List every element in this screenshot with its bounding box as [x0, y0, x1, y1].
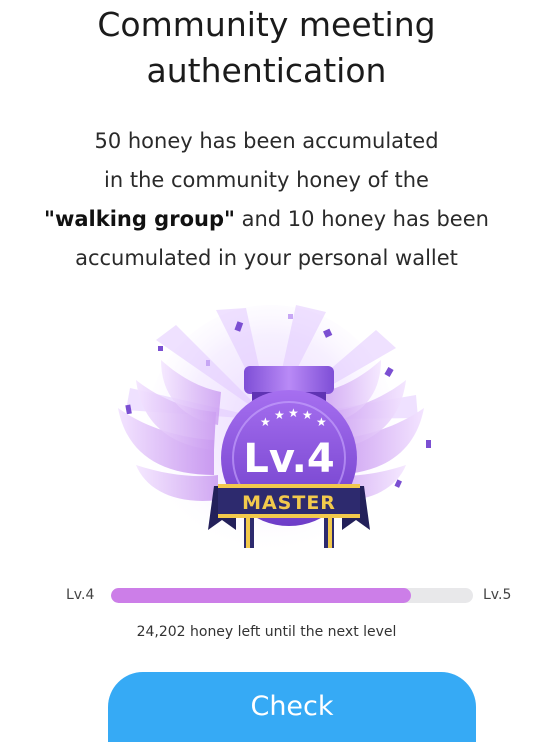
group-name: "walking group"	[44, 207, 235, 231]
level-progress: Lv.4 Lv.5	[0, 585, 533, 605]
dialog-title: Community meeting authentication	[0, 2, 533, 94]
level-badge: ★ ★ ★ ★ ★ Lv.4 MASTER	[96, 300, 446, 570]
level-progress-fill	[111, 588, 412, 603]
level-progress-track	[111, 588, 473, 603]
message-line-4: accumulated in your personal wallet	[75, 246, 458, 270]
star-icon: ★	[260, 415, 271, 429]
star-icon: ★	[274, 408, 285, 422]
message-line-1: 50 honey has been accumulated	[94, 129, 439, 153]
level-badge-illustration: ★ ★ ★ ★ ★ Lv.4 MASTER	[118, 305, 431, 555]
badge-rank-text: MASTER	[242, 492, 336, 514]
title-line-2: authentication	[146, 51, 387, 90]
check-button[interactable]: Check	[108, 672, 476, 742]
star-icon: ★	[316, 415, 327, 429]
jar-lid	[244, 366, 334, 394]
badge-level-text: Lv.4	[243, 436, 334, 482]
next-level-label: Lv.5	[483, 587, 512, 603]
current-level-label: Lv.4	[66, 587, 95, 603]
star-icon: ★	[302, 408, 313, 422]
star-icon: ★	[288, 406, 299, 420]
title-line-1: Community meeting	[97, 5, 436, 44]
reward-message: 50 honey has been accumulated in the com…	[0, 122, 533, 278]
message-line-2: in the community honey of the	[104, 168, 429, 192]
honey-remaining-text: 24,202 honey left until the next level	[136, 624, 397, 640]
message-line-3: and 10 honey has been	[234, 207, 489, 231]
